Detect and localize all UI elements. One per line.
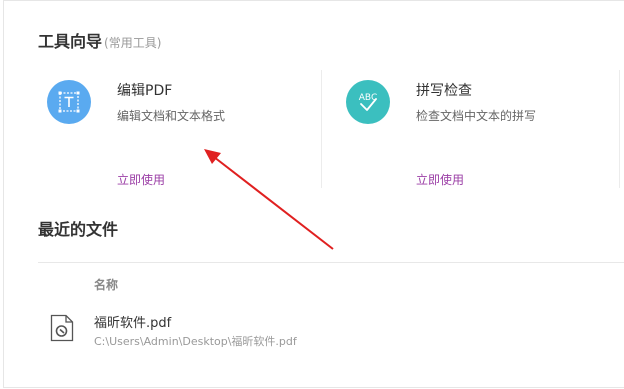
tool-name: 编辑PDF bbox=[117, 83, 173, 99]
tool-description: 检查文档中文本的拼写 bbox=[416, 109, 537, 123]
tool-divider bbox=[321, 70, 322, 188]
use-now-link[interactable]: 立即使用 bbox=[117, 171, 165, 188]
tools-section-title: 工具向导 (常用工具) bbox=[38, 32, 162, 51]
edit-text-icon bbox=[47, 80, 91, 124]
tool-name: 拼写检查 bbox=[416, 83, 472, 99]
use-now-link[interactable]: 立即使用 bbox=[416, 171, 464, 188]
file-name[interactable]: 福昕软件.pdf bbox=[94, 312, 171, 331]
tool-card-edit-pdf[interactable]: 编辑PDF 编辑文档和文本格式 立即使用 bbox=[44, 70, 314, 188]
recent-files-title: 最近的文件 bbox=[38, 220, 119, 239]
pdf-file-icon bbox=[50, 314, 74, 342]
file-path: C:\Users\Admin\Desktop\福昕软件.pdf bbox=[94, 335, 297, 348]
tools-section-subtitle: (常用工具) bbox=[104, 36, 162, 50]
tool-description: 编辑文档和文本格式 bbox=[117, 109, 226, 123]
column-header-name: 名称 bbox=[94, 278, 119, 292]
tool-card-spellcheck[interactable]: ABC 拼写检查 检查文档中文本的拼写 立即使用 bbox=[343, 70, 613, 188]
spellcheck-icon: ABC bbox=[346, 80, 390, 124]
tool-divider bbox=[619, 70, 620, 188]
recent-files-divider bbox=[38, 262, 624, 263]
